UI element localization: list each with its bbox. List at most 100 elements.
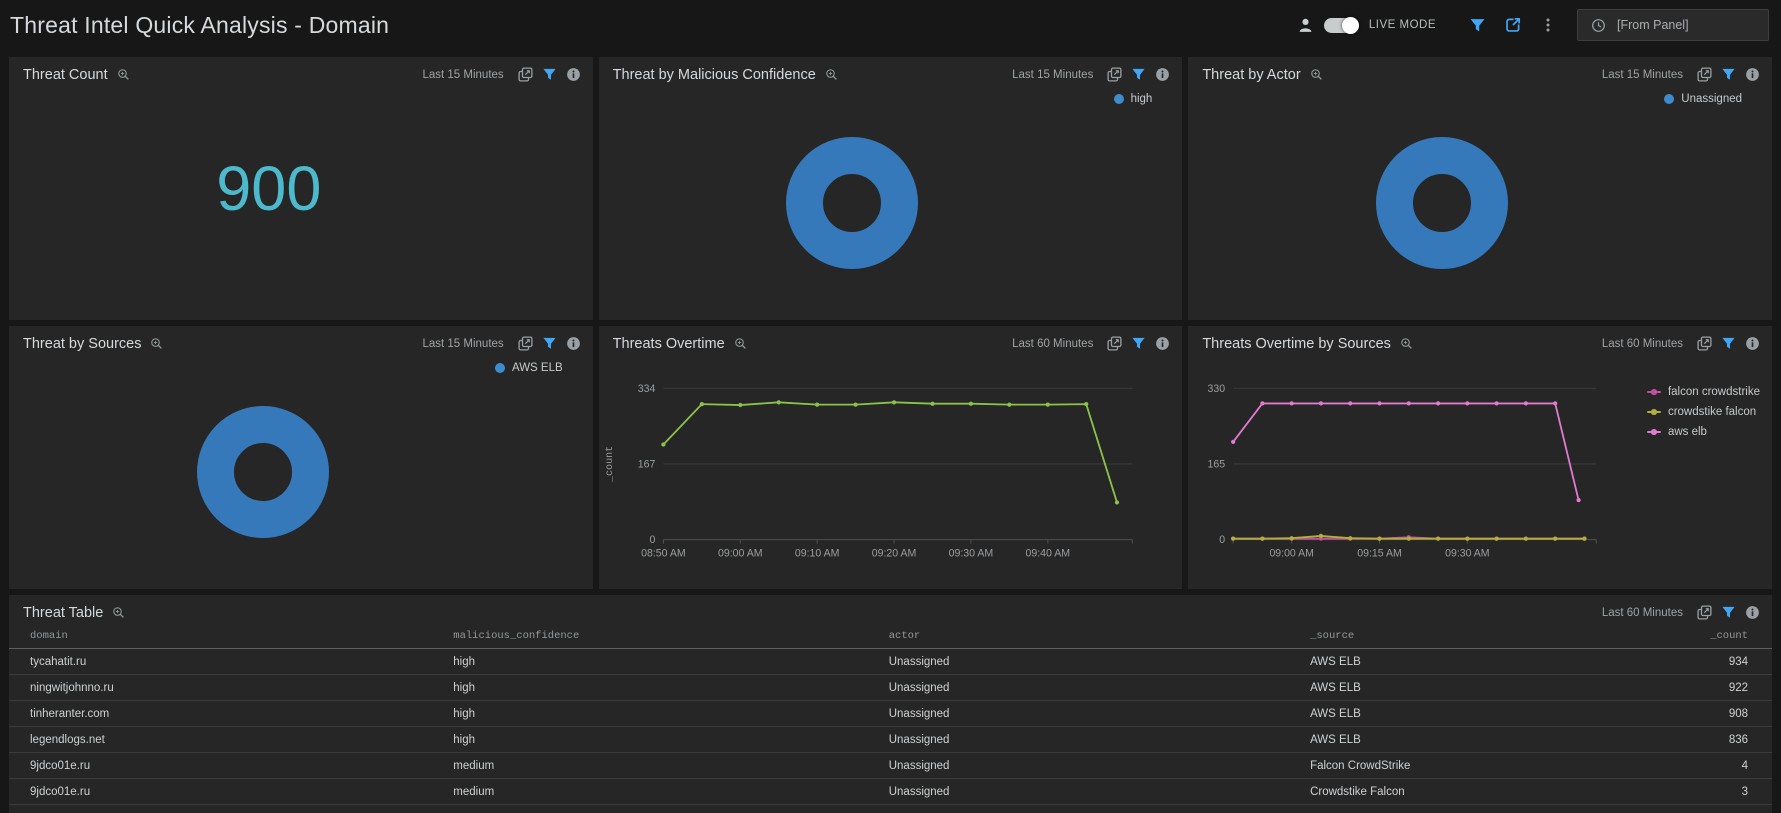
- share-icon[interactable]: [1504, 16, 1522, 34]
- legend-label: Unassigned: [1681, 93, 1742, 105]
- filter-icon[interactable]: [1131, 336, 1146, 351]
- open-in-new-panel-icon[interactable]: [1697, 67, 1712, 82]
- open-in-new-panel-icon[interactable]: [1697, 605, 1712, 620]
- open-in-new-panel-icon[interactable]: [518, 67, 533, 82]
- time-range-label: Last 15 Minutes: [1012, 69, 1093, 81]
- info-icon[interactable]: [566, 67, 581, 82]
- svg-text:09:20 AM: 09:20 AM: [871, 548, 916, 560]
- info-icon[interactable]: [1745, 605, 1760, 620]
- clock-icon: [1591, 18, 1606, 33]
- time-range-label: Last 15 Minutes: [422, 69, 503, 81]
- table-cell: medium: [453, 753, 888, 779]
- open-in-new-panel-icon[interactable]: [1107, 336, 1122, 351]
- svg-text:09:15 AM: 09:15 AM: [1358, 548, 1402, 560]
- filter-icon[interactable]: [1721, 67, 1736, 82]
- panel-threat-by-malicious-confidence: Threat by Malicious Confidence Last 15 M…: [599, 57, 1183, 320]
- filter-icon[interactable]: [542, 67, 557, 82]
- svg-text:09:00 AM: 09:00 AM: [718, 548, 763, 560]
- table-row[interactable]: legendlogs.nethighUnassignedAWS ELB836: [9, 727, 1772, 753]
- zoom-in-icon[interactable]: [1400, 337, 1413, 350]
- chart-legend: falcon crowdstrike crowdstike falcon aws e…: [1647, 386, 1760, 438]
- zoom-in-icon[interactable]: [150, 337, 163, 350]
- table-cell: tinheranter.com: [9, 701, 453, 727]
- svg-text:09:10 AM: 09:10 AM: [795, 548, 840, 560]
- column-header-_count[interactable]: _count: [1652, 623, 1772, 649]
- legend-dot: [1664, 94, 1674, 104]
- svg-text:330: 330: [1208, 383, 1226, 395]
- live-mode-toggle[interactable]: [1324, 18, 1359, 33]
- legend-item[interactable]: aws elb: [1647, 426, 1760, 438]
- time-range-selector[interactable]: [From Panel]: [1577, 9, 1769, 41]
- panel-title: Threat by Malicious Confidence: [613, 67, 816, 83]
- user-icon[interactable]: [1297, 17, 1314, 34]
- table-row[interactable]: ningwitjohnno.ruhighUnassignedAWS ELB922: [9, 675, 1772, 701]
- open-in-new-panel-icon[interactable]: [518, 336, 533, 351]
- donut-chart[interactable]: [1376, 137, 1508, 269]
- filter-icon[interactable]: [1131, 67, 1146, 82]
- panel-title: Threat Count: [23, 67, 108, 83]
- column-header-_source[interactable]: _source: [1310, 623, 1652, 649]
- panel-title: Threat Table: [23, 605, 103, 621]
- svg-text:167: 167: [637, 458, 655, 470]
- time-range-label: Last 60 Minutes: [1602, 338, 1683, 350]
- open-in-new-panel-icon[interactable]: [1697, 336, 1712, 351]
- legend-dot: [1114, 94, 1124, 104]
- table-cell: AWS ELB: [1310, 727, 1652, 753]
- time-range-label: Last 60 Minutes: [1012, 338, 1093, 350]
- table-cell: medium: [453, 779, 888, 805]
- svg-text:08:50 AM: 08:50 AM: [641, 548, 686, 560]
- panel-title: Threat by Actor: [1202, 67, 1300, 83]
- svg-text:0: 0: [1220, 534, 1226, 546]
- top-bar: Threat Intel Quick Analysis - Domain LIV…: [0, 0, 1781, 50]
- table-cell: 9jdco01e.ru: [9, 779, 453, 805]
- legend-item[interactable]: falcon crowdstrike: [1647, 386, 1760, 398]
- svg-text:0: 0: [649, 534, 655, 546]
- column-header-actor[interactable]: actor: [889, 623, 1310, 649]
- legend-label: high: [1131, 93, 1153, 105]
- zoom-in-icon[interactable]: [112, 606, 125, 619]
- filter-icon[interactable]: [1469, 17, 1486, 34]
- chart-legend[interactable]: high: [1114, 93, 1153, 105]
- table-cell: AWS ELB: [1310, 675, 1652, 701]
- table-cell: tycahatit.ru: [9, 649, 453, 675]
- info-icon[interactable]: [1155, 67, 1170, 82]
- panel-threats-overtime: Threats Overtime Last 60 Minutes 0167334…: [599, 326, 1183, 589]
- zoom-in-icon[interactable]: [825, 68, 838, 81]
- info-icon[interactable]: [1745, 67, 1760, 82]
- threats-overtime-line-chart[interactable]: 0167334_count08:50 AM09:00 AM09:10 AM09:…: [599, 354, 1183, 589]
- info-icon[interactable]: [566, 336, 581, 351]
- legend-swatch: [1647, 411, 1661, 413]
- more-options-icon[interactable]: [1540, 17, 1556, 33]
- chart-legend[interactable]: AWS ELB: [495, 362, 563, 374]
- donut-chart[interactable]: [786, 137, 918, 269]
- svg-text:09:40 AM: 09:40 AM: [1025, 548, 1070, 560]
- filter-icon[interactable]: [1721, 605, 1736, 620]
- column-header-malicious_confidence[interactable]: malicious_confidence: [453, 623, 888, 649]
- column-header-domain[interactable]: domain: [9, 623, 453, 649]
- donut-chart[interactable]: [197, 406, 329, 538]
- panel-title: Threats Overtime: [613, 336, 725, 352]
- filter-icon[interactable]: [542, 336, 557, 351]
- table-cell: 4: [1652, 753, 1772, 779]
- zoom-in-icon[interactable]: [117, 68, 130, 81]
- table-row[interactable]: 9jdco01e.rumediumUnassignedFalcon CrowdS…: [9, 753, 1772, 779]
- live-mode-label: LIVE MODE: [1369, 19, 1436, 31]
- table-cell: 836: [1652, 727, 1772, 753]
- table-row[interactable]: tycahatit.ruhighUnassignedAWS ELB934: [9, 649, 1772, 675]
- legend-item[interactable]: crowdstike falcon: [1647, 406, 1760, 418]
- filter-icon[interactable]: [1721, 336, 1736, 351]
- open-in-new-panel-icon[interactable]: [1107, 67, 1122, 82]
- table-row[interactable]: tinheranter.comhighUnassignedAWS ELB908: [9, 701, 1772, 727]
- chart-legend[interactable]: Unassigned: [1664, 93, 1742, 105]
- zoom-in-icon[interactable]: [734, 337, 747, 350]
- info-icon[interactable]: [1155, 336, 1170, 351]
- table-row[interactable]: 9jdco01e.rumediumUnassignedCrowdstike Fa…: [9, 779, 1772, 805]
- info-icon[interactable]: [1745, 336, 1760, 351]
- toggle-knob: [1342, 17, 1359, 34]
- threat-count-value: 900: [216, 153, 321, 225]
- time-range-selector-label: [From Panel]: [1617, 18, 1689, 32]
- svg-text:09:30 AM: 09:30 AM: [948, 548, 993, 560]
- zoom-in-icon[interactable]: [1310, 68, 1323, 81]
- table-cell: AWS ELB: [1310, 701, 1652, 727]
- legend-label: falcon crowdstrike: [1668, 386, 1760, 398]
